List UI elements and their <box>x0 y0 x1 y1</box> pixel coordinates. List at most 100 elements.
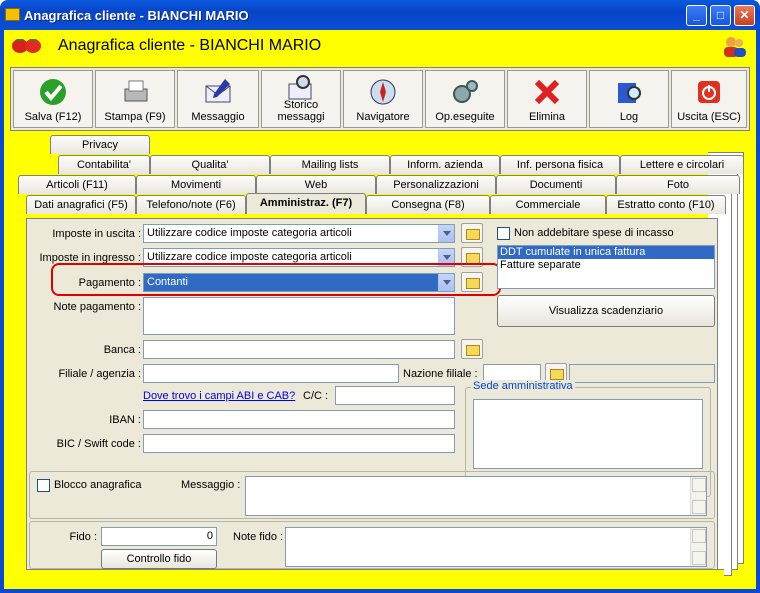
scroll-up-icon[interactable] <box>692 529 706 543</box>
bic-label: BIC / Swift code : <box>56 438 141 450</box>
salva-button[interactable]: Salva (F12) <box>13 70 93 128</box>
red-x-icon <box>534 79 560 105</box>
uscita-label: Uscita (ESC) <box>677 111 741 123</box>
toolbar: Salva (F12) Stampa (F9) Messaggio Storico me… <box>10 67 750 131</box>
close-button[interactable]: ✕ <box>734 5 755 26</box>
tab-documenti[interactable]: Documenti <box>496 175 616 194</box>
tab-articoli-f11[interactable]: Articoli (F11) <box>18 175 136 194</box>
tab-lettere-e-circolari[interactable]: Lettere e circolari <box>620 155 744 174</box>
window-title: Anagrafica cliente - BIANCHI MARIO <box>24 8 249 23</box>
tab-amministraz-f7[interactable]: Amministraz. (F7) <box>246 193 366 214</box>
fido-label: Fido : <box>69 531 97 543</box>
elimina-label: Elimina <box>528 111 566 123</box>
folder-icon[interactable] <box>461 339 483 359</box>
filiale-label: Filiale / agenzia : <box>58 368 141 380</box>
page-title: Anagrafica cliente - BIANCHI MARIO <box>58 37 322 54</box>
note-pagamento-textarea[interactable] <box>143 297 455 335</box>
blocco-anagrafica-label: Blocco anagrafica <box>54 479 142 491</box>
tab-dati-anagrafici-f5[interactable]: Dati anagrafici (F5) <box>26 195 136 214</box>
note-pagamento-label: Note pagamento : <box>53 301 141 313</box>
tab-consegna-f8[interactable]: Consegna (F8) <box>366 195 490 214</box>
scroll-up-icon[interactable] <box>692 478 706 492</box>
note-fido-label: Note fido : <box>233 531 284 543</box>
ddt-option[interactable]: DDT cumulate in unica fattura <box>498 246 714 259</box>
elimina-button[interactable]: Elimina <box>507 70 587 128</box>
filiale-input[interactable] <box>143 364 399 383</box>
tab-personalizzazioni[interactable]: Personalizzazioni <box>376 175 496 194</box>
printer-icon <box>124 80 148 102</box>
sede-amministrativa-textarea[interactable] <box>473 399 703 469</box>
imposte-uscita-select[interactable]: Utilizzare codice imposte categoria arti… <box>143 224 455 243</box>
tab-estratto-conto-f10[interactable]: Estratto conto (F10) <box>606 195 726 214</box>
stampa-label: Stampa (F9) <box>104 111 166 123</box>
chevron-down-icon[interactable] <box>438 225 454 242</box>
ddt-option[interactable]: Fatture separate <box>498 259 714 272</box>
tab-mailing-lists[interactable]: Mailing lists <box>270 155 390 174</box>
client-area: Anagrafica cliente - BIANCHI MARIO Salva… <box>4 30 756 589</box>
scroll-down-icon[interactable] <box>692 500 706 514</box>
imposte-ingresso-value: Utilizzare codice imposte categoria arti… <box>147 251 352 263</box>
tab-page-back-3 <box>724 192 732 576</box>
compass-icon <box>370 79 396 105</box>
storico-button[interactable]: Storico messaggi <box>261 70 341 128</box>
tab-movimenti[interactable]: Movimenti <box>136 175 256 194</box>
messaggio-button[interactable]: Messaggio <box>177 70 259 128</box>
log-button[interactable]: Log <box>589 70 669 128</box>
fido-input[interactable]: 0 <box>101 527 217 546</box>
tab-inform-azienda[interactable]: Inform. azienda <box>390 155 500 174</box>
controllo-fido-button[interactable]: Controllo fido <box>101 549 217 569</box>
ddt-listbox[interactable]: DDT cumulate in unica fattura Fatture sep… <box>497 245 715 289</box>
note-fido-textarea[interactable] <box>285 527 707 567</box>
scrollbar[interactable] <box>690 477 706 515</box>
title-bar[interactable]: Anagrafica cliente - BIANCHI MARIO _ □ ✕ <box>0 0 760 30</box>
navigatore-button[interactable]: Navigatore <box>343 70 423 128</box>
gears-icon <box>453 80 478 103</box>
tab-qualita[interactable]: Qualita' <box>150 155 270 174</box>
bic-input[interactable] <box>143 434 455 453</box>
abi-cab-link[interactable]: Dove trovo i campi ABI e CAB? <box>143 390 295 402</box>
messaggio-textarea[interactable] <box>245 476 707 516</box>
stampa-button[interactable]: Stampa (F9) <box>95 70 175 128</box>
banca-label: Banca : <box>103 344 141 356</box>
iban-label: IBAN : <box>109 414 141 426</box>
messaggio-label: Messaggio <box>191 111 245 123</box>
salva-label: Salva (F12) <box>24 111 82 123</box>
scrollbar[interactable] <box>690 528 706 566</box>
iban-input[interactable] <box>143 410 455 429</box>
uscita-button[interactable]: Uscita (ESC) <box>671 70 747 128</box>
non-addebitare-label: Non addebitare spese di incasso <box>514 227 674 239</box>
users-icon <box>724 37 746 57</box>
imposte-uscita-value: Utilizzare codice imposte categoria arti… <box>147 227 352 239</box>
folder-icon[interactable] <box>461 223 483 243</box>
tab-inf-persona-fisica[interactable]: Inf. persona fisica <box>500 155 620 174</box>
tab-page-amministrazione: Imposte in uscita : Utilizzare codice im… <box>26 218 718 570</box>
app-icon <box>5 8 20 21</box>
envelope-pen-icon <box>205 79 231 103</box>
maximize-button[interactable]: □ <box>710 5 731 26</box>
scroll-down-icon[interactable] <box>692 551 706 565</box>
tab-contabilita[interactable]: Contabilita' <box>58 155 150 174</box>
opeseguite-button[interactable]: Op.eseguite <box>425 70 505 128</box>
tab-privacy[interactable]: Privacy <box>50 135 150 154</box>
messaggio-label: Messaggio : <box>181 479 241 491</box>
pagamento-highlight <box>51 263 501 296</box>
tab-foto[interactable]: Foto <box>616 175 740 194</box>
sede-amministrativa-label: Sede amministrativa <box>471 380 575 392</box>
strawberries-icon <box>12 39 41 53</box>
blocco-anagrafica-checkbox[interactable] <box>37 479 50 492</box>
power-icon <box>698 81 720 103</box>
nazione-label: Nazione filiale : <box>403 368 478 380</box>
minimize-button[interactable]: _ <box>686 5 707 26</box>
log-label: Log <box>619 111 639 123</box>
opeseguite-label: Op.eseguite <box>435 111 495 123</box>
tab-web[interactable]: Web <box>256 175 376 194</box>
tab-telefono-note-f6[interactable]: Telefono/note (F6) <box>136 195 246 214</box>
non-addebitare-checkbox[interactable] <box>497 227 510 240</box>
nazione-description <box>569 364 715 383</box>
visualizza-scadenziario-button[interactable]: Visualizza scadenziario <box>497 295 715 327</box>
navigatore-label: Navigatore <box>356 111 410 123</box>
tab-commerciale[interactable]: Commerciale <box>490 195 606 214</box>
cc-input[interactable] <box>335 386 455 405</box>
banca-input[interactable] <box>143 340 455 359</box>
storico-label: Storico messaggi <box>277 99 325 123</box>
